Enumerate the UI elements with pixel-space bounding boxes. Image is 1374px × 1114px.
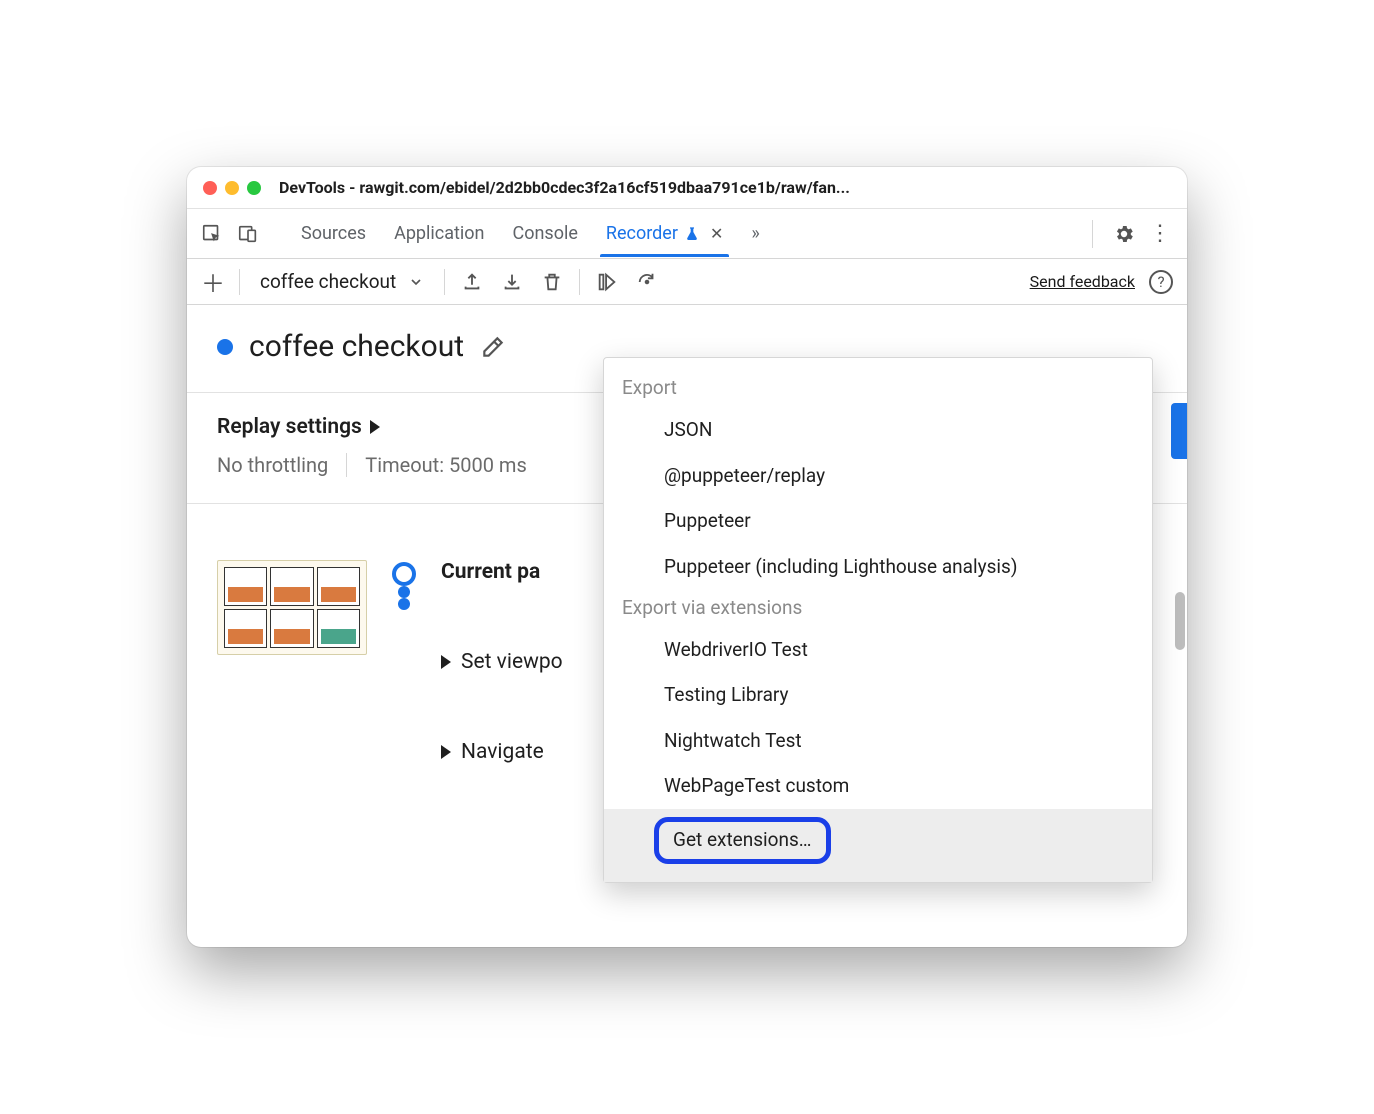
device-toggle-icon[interactable] [233,219,263,249]
tab-console[interactable]: Console [510,211,579,256]
divider [444,269,445,295]
timeline [389,560,419,610]
divider [346,453,347,477]
flask-icon [684,226,700,242]
replay-button-fragment[interactable] [1171,403,1187,459]
new-recording-button[interactable]: ＋ [201,264,225,299]
export-puppeteer-replay[interactable]: @puppeteer/replay [604,453,1152,499]
chevron-down-icon [408,274,424,290]
timeline-node [398,598,410,610]
import-icon[interactable] [499,269,525,295]
timeline-node [392,562,416,586]
export-testing-library[interactable]: Testing Library [604,672,1152,718]
divider [1092,220,1093,248]
step-icon[interactable] [634,269,660,295]
timeout-value: Timeout: 5000 ms [365,453,527,477]
export-puppeteer-lighthouse[interactable]: Puppeteer (including Lighthouse analysis… [604,544,1152,590]
chevron-right-icon [441,745,451,759]
minimize-window-button[interactable] [225,181,239,195]
divider [579,269,580,295]
maximize-window-button[interactable] [247,181,261,195]
panel-tabs: Sources Application Console Recorder ✕ » [299,211,1080,256]
edit-icon[interactable] [480,334,506,360]
window-controls [203,181,261,195]
tab-recorder[interactable]: Recorder ✕ [604,211,725,256]
window-title: DevTools - rawgit.com/ebidel/2d2bb0cdec3… [279,178,1171,197]
devtools-window: DevTools - rawgit.com/ebidel/2d2bb0cdec3… [187,167,1187,947]
export-icon[interactable] [459,269,485,295]
recording-title: coffee checkout [249,329,464,364]
close-window-button[interactable] [203,181,217,195]
step-labels: Current pa Set viewpo Navigate [441,560,563,764]
export-webdriverio[interactable]: WebdriverIO Test [604,627,1152,673]
throttling-value: No throttling [217,453,328,477]
export-section-title: Export [604,370,1152,407]
play-icon[interactable] [594,269,620,295]
help-icon[interactable]: ? [1149,270,1173,294]
current-page-label: Current pa [441,560,563,584]
tab-application[interactable]: Application [392,211,486,256]
tab-sources[interactable]: Sources [299,211,368,256]
tab-recorder-label: Recorder [606,223,678,244]
chevron-right-icon [441,655,451,669]
close-tab-icon[interactable]: ✕ [710,224,723,243]
export-dropdown: Export JSON @puppeteer/replay Puppeteer … [603,357,1153,883]
export-puppeteer[interactable]: Puppeteer [604,498,1152,544]
settings-icon[interactable] [1113,223,1135,245]
recording-selector-label: coffee checkout [260,270,396,293]
tabsbar-right: ⋮ [1086,220,1171,248]
export-nightwatch[interactable]: Nightwatch Test [604,718,1152,764]
step-navigate[interactable]: Navigate [441,740,563,764]
export-webpagetest[interactable]: WebPageTest custom [604,763,1152,809]
replay-settings-label: Replay settings [217,415,362,439]
recording-status-dot [217,339,233,355]
get-extensions-row[interactable]: Get extensions… [604,809,1152,882]
export-via-extensions-title: Export via extensions [604,590,1152,627]
timeline-node [398,586,410,598]
more-tabs-button[interactable]: » [749,211,761,256]
scrollbar-thumb[interactable] [1175,592,1185,650]
step-set-viewport[interactable]: Set viewpo [441,650,563,674]
send-feedback-link[interactable]: Send feedback [1030,272,1135,291]
recorder-toolbar: ＋ coffee checkout Send feedback ? [187,259,1187,305]
step-label: Set viewpo [461,650,563,674]
step-label: Navigate [461,740,544,764]
kebab-menu-icon[interactable]: ⋮ [1149,221,1171,246]
recording-selector[interactable]: coffee checkout [254,270,430,293]
get-extensions-button[interactable]: Get extensions… [654,817,831,864]
chevron-right-icon [370,420,380,434]
page-thumbnail [217,560,367,655]
devtools-tabsbar: Sources Application Console Recorder ✕ »… [187,209,1187,259]
inspect-icon[interactable] [197,219,227,249]
divider [239,269,240,295]
titlebar: DevTools - rawgit.com/ebidel/2d2bb0cdec3… [187,167,1187,209]
delete-icon[interactable] [539,269,565,295]
export-json[interactable]: JSON [604,407,1152,453]
